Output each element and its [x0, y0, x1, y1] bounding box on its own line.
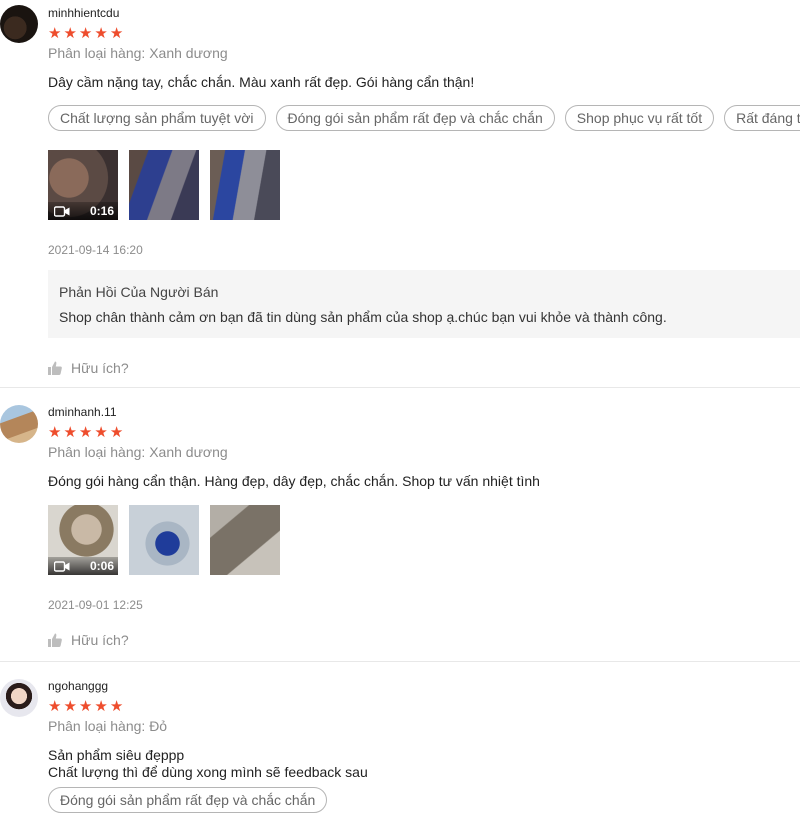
review-tags: Đóng gói sản phẩm rất đẹp và chắc chắn [48, 787, 800, 813]
video-overlay: 0:06 [48, 557, 118, 575]
helpful-button[interactable]: Hữu ích? [48, 632, 800, 648]
video-duration: 0:06 [89, 559, 114, 573]
review-tag: Chất lượng sản phẩm tuyệt vời [48, 105, 266, 131]
rating-stars: ★ ★ ★ ★ ★ [48, 698, 800, 715]
rating-stars: ★ ★ ★ ★ ★ [48, 424, 800, 441]
star-icon: ★ [94, 698, 108, 715]
star-icon: ★ [94, 25, 108, 42]
image-thumbnail[interactable] [129, 505, 199, 575]
video-thumbnail[interactable]: 0:16 [48, 150, 118, 220]
review-comment: Dây cầm nặng tay, chắc chắn. Màu xanh rấ… [48, 74, 475, 90]
seller-reply-title: Phản Hồi Của Người Bán [59, 284, 219, 300]
review-item: dminhanh.11 ★ ★ ★ ★ ★ Phân loại hàng: Xanh d… [0, 388, 800, 662]
star-icon: ★ [109, 424, 124, 441]
video-thumbnail[interactable]: 0:06 [48, 505, 118, 575]
thumbs-up-icon [48, 361, 62, 375]
variation-label: Phân loại hàng: Đỏ [48, 718, 168, 734]
review-comment: Sản phẩm siêu đẹppp Chất lượng thì để dù… [48, 747, 368, 780]
video-camera-icon [54, 560, 70, 572]
review-tag: Đóng gói sản phẩm rất đẹp và chắc chắn [48, 787, 328, 813]
review-tags: Chất lượng sản phẩm tuyệt vời Đóng gói s… [48, 105, 800, 131]
review-timestamp: 2021-09-14 16:20 [48, 243, 143, 257]
video-duration: 0:16 [89, 204, 114, 218]
star-icon: ★ [78, 424, 93, 441]
star-icon: ★ [48, 25, 62, 42]
rating-stars: ★ ★ ★ ★ ★ [48, 25, 800, 42]
star-icon: ★ [48, 698, 62, 715]
image-thumbnail[interactable] [210, 505, 280, 575]
review-media: 0:06 [48, 505, 800, 575]
image-thumbnail[interactable] [129, 150, 199, 220]
helpful-button[interactable]: Hữu ích? [48, 360, 800, 376]
username[interactable]: dminhanh.11 [48, 405, 800, 419]
star-icon: ★ [109, 25, 124, 42]
username[interactable]: minhhientcdu [48, 6, 800, 20]
review-timestamp: 2021-09-01 12:25 [48, 598, 143, 612]
variation-label: Phân loại hàng: Xanh dương [48, 45, 228, 61]
star-icon: ★ [78, 698, 93, 715]
image-thumbnail[interactable] [210, 150, 280, 220]
star-icon: ★ [48, 424, 62, 441]
seller-reply-text: Shop chân thành cảm ơn bạn đã tin dùng s… [59, 309, 667, 325]
avatar[interactable] [0, 405, 38, 443]
star-icon: ★ [78, 25, 93, 42]
helpful-label: Hữu ích? [71, 632, 129, 648]
avatar[interactable] [0, 5, 38, 43]
star-icon: ★ [63, 424, 77, 441]
review-comment: Đóng gói hàng cẩn thận. Hàng đẹp, dây đẹ… [48, 473, 540, 489]
thumbs-up-icon [48, 633, 62, 647]
star-icon: ★ [109, 698, 124, 715]
review-tag: Rất đáng tiền [724, 105, 800, 131]
seller-reply: Phản Hồi Của Người Bán Shop chân thành c… [48, 270, 800, 338]
review-media: 0:16 [48, 150, 800, 220]
variation-label: Phân loại hàng: Xanh dương [48, 444, 228, 460]
star-icon: ★ [63, 25, 77, 42]
username[interactable]: ngohanggg [48, 679, 800, 693]
star-icon: ★ [63, 698, 77, 715]
review-tag: Đóng gói sản phẩm rất đẹp và chắc chắn [275, 105, 555, 131]
review-item: ngohanggg ★ ★ ★ ★ ★ Phân loại hàng: Đỏ Sản p… [0, 662, 800, 813]
review-item: minhhientcdu ★ ★ ★ ★ ★ Phân loại hàng: Xanh … [0, 0, 800, 388]
review-tag: Shop phục vụ rất tốt [564, 105, 715, 131]
video-camera-icon [54, 205, 70, 217]
star-icon: ★ [94, 424, 108, 441]
helpful-label: Hữu ích? [71, 360, 129, 376]
video-overlay: 0:16 [48, 202, 118, 220]
avatar[interactable] [0, 679, 38, 717]
